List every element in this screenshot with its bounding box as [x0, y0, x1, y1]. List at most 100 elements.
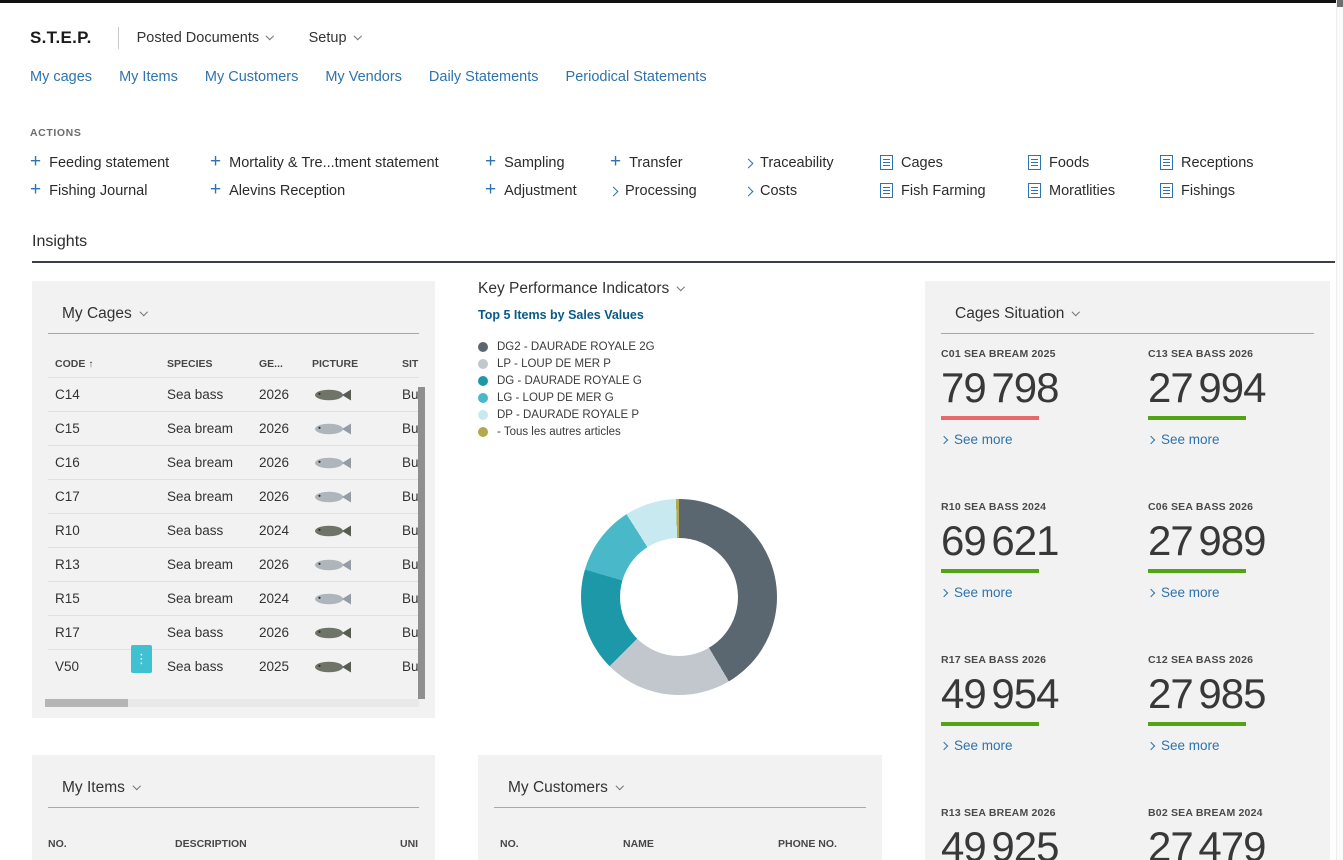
action-sampling[interactable]: + Sampling — [485, 149, 610, 177]
column-header-name[interactable]: NAME — [623, 838, 778, 850]
legend-label: LG - LOUP DE MER G — [497, 392, 614, 404]
cage-code-link[interactable]: R13 — [48, 557, 160, 572]
action-transfer[interactable]: + Transfer — [610, 149, 745, 177]
column-header-species[interactable]: SPECIES — [160, 358, 252, 370]
see-more-link[interactable]: See more — [941, 432, 1131, 447]
column-header-code[interactable]: CODE↑ — [48, 358, 160, 370]
cage-code-link[interactable]: R17 — [48, 625, 160, 640]
kpi-title: Key Performance Indicators — [478, 280, 669, 298]
cage-species: Sea bass — [160, 523, 252, 538]
nav-my-customers[interactable]: My Customers — [205, 69, 298, 85]
chevron-right-icon — [745, 186, 753, 196]
menu-posted-documents[interactable]: Posted Documents — [137, 30, 273, 46]
cue-tile[interactable]: R13 SEA BREAM 2026 49 925 — [941, 807, 1131, 860]
cage-code-link[interactable]: R15 — [48, 591, 160, 606]
action-fishing-journal[interactable]: + Fishing Journal — [30, 177, 210, 205]
action-cages[interactable]: Cages — [880, 149, 1028, 177]
action-label: Fishing Journal — [49, 183, 147, 199]
cue-tile[interactable]: C13 SEA BASS 2026 27 994 See more — [1148, 348, 1330, 501]
cage-code-link[interactable]: C16 — [48, 455, 160, 470]
column-header-situation[interactable]: SITU — [395, 358, 419, 370]
see-more-link[interactable]: See more — [1148, 738, 1330, 753]
legend-label: - Tous les autres articles — [497, 426, 621, 438]
table-row[interactable]: R15 Sea bream 2024 Bu — [48, 581, 419, 615]
cue-tile[interactable]: B02 SEA BREAM 2024 27 479 — [1148, 807, 1330, 860]
nav-periodical-statements[interactable]: Periodical Statements — [566, 69, 707, 85]
nav-daily-statements[interactable]: Daily Statements — [429, 69, 539, 85]
action-foods[interactable]: Foods — [1028, 149, 1160, 177]
vertical-scrollbar-thumb[interactable] — [418, 387, 425, 699]
my-cages-card-header[interactable]: My Cages — [32, 281, 435, 323]
cage-code-link[interactable]: C17 — [48, 489, 160, 504]
cage-code-link[interactable]: C14 — [48, 387, 160, 402]
action-adjustment[interactable]: + Adjustment — [485, 177, 610, 205]
table-row[interactable]: C16 Sea bream 2026 Bu — [48, 445, 419, 479]
my-items-card-header[interactable]: My Items — [32, 755, 435, 797]
table-row[interactable]: C17 Sea bream 2026 Bu — [48, 479, 419, 513]
column-header-generation[interactable]: GE... — [252, 358, 305, 370]
plus-icon: + — [30, 155, 41, 169]
action-moratlities[interactable]: Moratlities — [1028, 177, 1160, 205]
cage-code-link[interactable]: C15 — [48, 421, 160, 436]
chevron-right-icon — [940, 742, 948, 750]
action-receptions[interactable]: Receptions — [1160, 149, 1330, 177]
table-row[interactable]: C14 Sea bass 2026 Bu — [48, 377, 419, 411]
column-header-no[interactable]: NO. — [500, 838, 623, 850]
action-processing[interactable]: Processing — [610, 177, 745, 205]
table-row[interactable]: R10 Sea bass 2024 Bu — [48, 513, 419, 547]
header-divider — [118, 27, 119, 49]
action-feeding-statement[interactable]: + Feeding statement — [30, 149, 210, 177]
kpi-header[interactable]: Key Performance Indicators — [478, 280, 898, 298]
cage-code-link[interactable]: R10 — [48, 523, 160, 538]
see-more-link[interactable]: See more — [1148, 585, 1330, 600]
see-more-link[interactable]: See more — [941, 738, 1131, 753]
chevron-down-icon — [133, 782, 141, 790]
action-alevins-reception[interactable]: + Alevins Reception — [210, 177, 485, 205]
my-customers-card-header[interactable]: My Customers — [478, 755, 882, 797]
tile-value: 49 954 — [941, 669, 1131, 719]
action-fishings[interactable]: Fishings — [1160, 177, 1330, 205]
cue-tile[interactable]: C01 SEA BREAM 2025 79 798 See more — [941, 348, 1131, 501]
nav-my-items[interactable]: My Items — [119, 69, 178, 85]
donut-chart[interactable] — [581, 499, 777, 695]
row-context-menu-button[interactable]: ⋮ — [131, 645, 152, 673]
cage-code-link[interactable]: V50 — [55, 659, 79, 674]
cue-tile[interactable]: R10 SEA BASS 2024 69 621 See more — [941, 501, 1131, 654]
column-header-picture[interactable]: PICTURE — [305, 358, 395, 370]
cue-tile[interactable]: C06 SEA BASS 2026 27 989 See more — [1148, 501, 1330, 654]
horizontal-scrollbar[interactable] — [45, 699, 419, 707]
cages-situation-card-header[interactable]: Cages Situation — [925, 281, 1330, 323]
column-header-unit[interactable]: UNI — [400, 838, 419, 850]
column-header-description[interactable]: DESCRIPTION — [175, 838, 400, 850]
action-fish-farming[interactable]: Fish Farming — [880, 177, 1028, 205]
card-title-divider — [48, 807, 419, 808]
cage-code-cell: V50 ⋮ — [48, 659, 160, 674]
tile-label: B02 SEA BREAM 2024 — [1148, 807, 1330, 819]
scrollbar-top-button[interactable] — [1337, 0, 1343, 7]
page-scrollbar[interactable] — [1336, 0, 1343, 860]
cue-tile[interactable]: C12 SEA BASS 2026 27 985 See more — [1148, 654, 1330, 807]
see-more-link[interactable]: See more — [941, 585, 1131, 600]
trend-bar — [941, 569, 1039, 573]
see-more-link[interactable]: See more — [1148, 432, 1330, 447]
table-row-selected[interactable]: V50 ⋮ Sea bass 2025 Bu — [48, 649, 419, 683]
horizontal-scrollbar-thumb[interactable] — [45, 699, 128, 707]
action-mortality-treatment-statement[interactable]: + Mortality & Tre...tment statement — [210, 149, 485, 177]
column-header-no[interactable]: NO. — [48, 838, 175, 850]
table-row[interactable]: R17 Sea bass 2026 Bu — [48, 615, 419, 649]
nav-my-vendors[interactable]: My Vendors — [325, 69, 402, 85]
column-header-phone[interactable]: PHONE NO. — [778, 838, 866, 850]
my-customers-card: My Customers NO. NAME PHONE NO. — [478, 755, 882, 860]
tile-label: C06 SEA BASS 2026 — [1148, 501, 1330, 513]
menu-setup[interactable]: Setup — [309, 30, 360, 46]
cage-picture-cell — [305, 488, 395, 505]
cue-tile[interactable]: R17 SEA BASS 2026 49 954 See more — [941, 654, 1131, 807]
table-row[interactable]: C15 Sea bream 2026 Bu — [48, 411, 419, 445]
nav-my-cages[interactable]: My cages — [30, 69, 92, 85]
table-row[interactable]: R13 Sea bream 2026 Bu — [48, 547, 419, 581]
menu-label: Posted Documents — [137, 30, 260, 46]
cage-situation: Bu — [395, 659, 419, 674]
action-costs[interactable]: Costs — [745, 177, 880, 205]
my-cages-card: My Cages CODE↑ SPECIES GE... PICTURE SIT… — [32, 281, 435, 718]
action-traceability[interactable]: Traceability — [745, 149, 880, 177]
